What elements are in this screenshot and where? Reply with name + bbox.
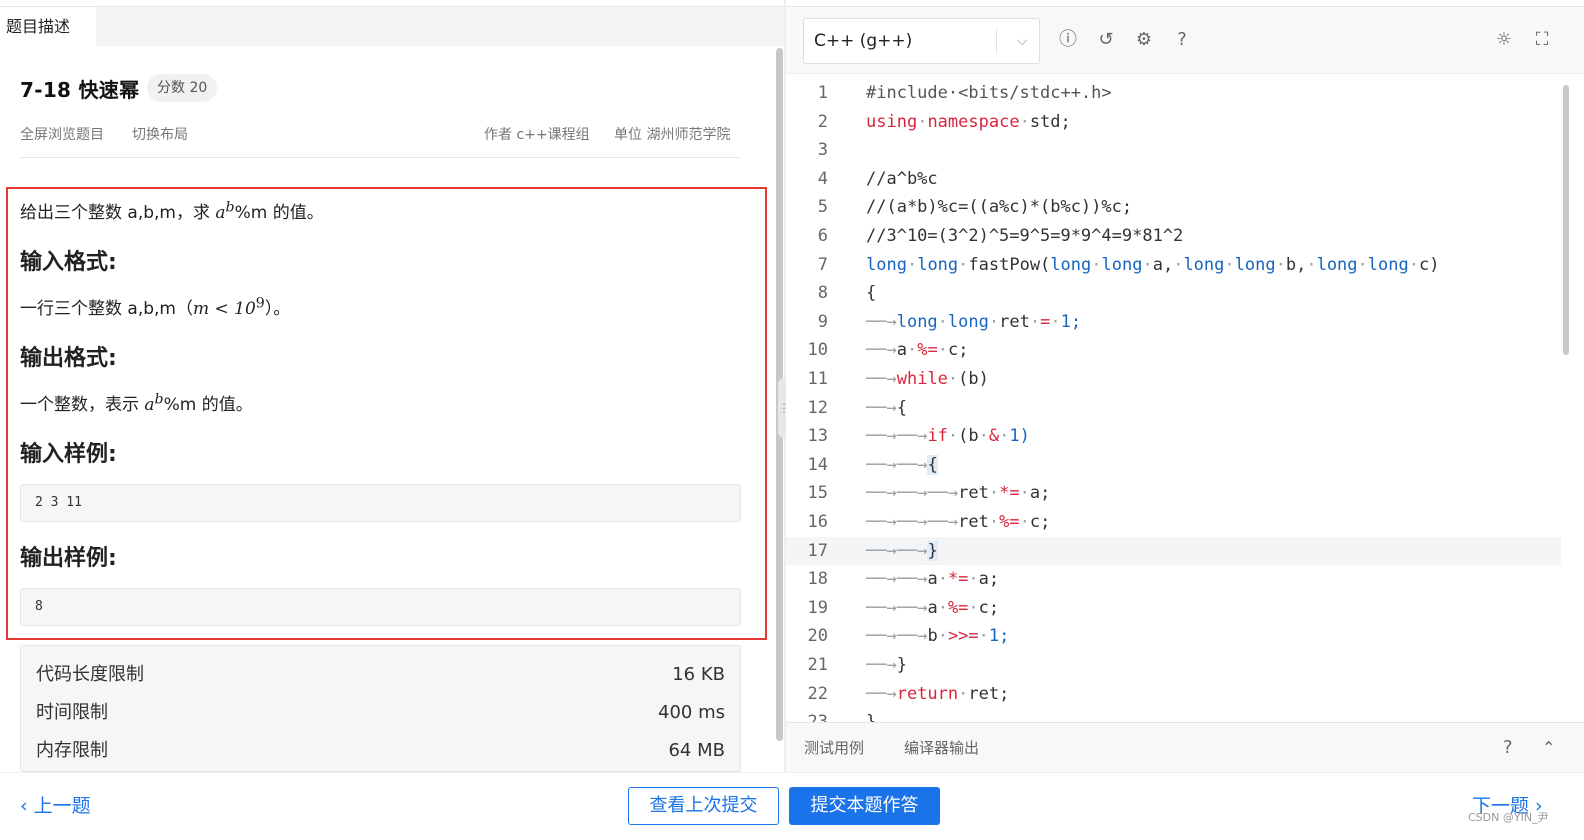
author-label: 作者 c++课程组 [484, 127, 590, 143]
history-icon[interactable]: ↺ [1095, 28, 1117, 52]
output-format-text: 一个整数，表示 ab%m 的值。 [20, 391, 253, 415]
problem-panel: 题目描述 7-18 快速幂 分数 20 全屏浏览题目 切换布局 作者 c++课程… [0, 0, 784, 772]
fullscreen-link[interactable]: 全屏浏览题目 [20, 124, 104, 144]
input-format-heading: 输入格式: [20, 250, 117, 275]
fullscreen-icon[interactable]: ⛶ [1531, 28, 1553, 52]
limit-row: 代码长度限制 16 KB [36, 664, 725, 685]
editor-panel: C++ (g++) ⌵ ⓘ ↺ ⚙ ? ☼ ⛶ 1 #include·<bits/… [786, 0, 1584, 772]
editor-scrollbar[interactable] [1561, 75, 1584, 722]
switch-layout-link[interactable]: 切换布局 [132, 124, 188, 144]
problem-description: 给出三个整数 a,b,m，求 ab%m 的值。 [20, 199, 324, 223]
chevron-left-icon: ‹ [20, 795, 34, 817]
settings-icon[interactable]: ⚙ [1133, 28, 1155, 52]
limit-row: 内存限制 64 MB [36, 740, 725, 761]
divider [20, 157, 741, 158]
tab-problem-description[interactable]: 题目描述 [0, 7, 96, 47]
sample-output-block: 8 [20, 588, 741, 626]
bug-icon[interactable]: ☼ [1493, 28, 1515, 52]
limit-row: 时间限制 400 ms [36, 702, 725, 723]
help-icon[interactable]: ⓘ [1057, 28, 1079, 52]
unit-label: 单位 湖州师范学院 [614, 127, 731, 143]
left-tab-bar: 题目描述 [0, 6, 784, 47]
watermark: CSDN @YIN_尹 [1468, 811, 1549, 824]
tab-compiler-output[interactable]: 编译器输出 [904, 723, 979, 773]
math-power: ab [215, 199, 235, 223]
tab-test-cases[interactable]: 测试用例 [804, 723, 864, 773]
sample-output-heading: 输出样例: [20, 546, 117, 571]
chevron-down-icon[interactable]: ⌵ [1008, 19, 1036, 63]
editor-bottom-tabs: 测试用例 编译器输出 ? ⌃ [786, 722, 1584, 772]
help-icon[interactable]: ? [1171, 28, 1193, 52]
prev-problem-link[interactable]: ‹ 上一题 [20, 791, 91, 821]
code-editor[interactable]: 1 #include·<bits/stdc++.h> 2 using·namespa… [786, 75, 1584, 722]
sample-input-heading: 输入样例: [20, 442, 117, 467]
language-select[interactable]: C++ (g++) ⌵ [803, 18, 1040, 64]
submit-button[interactable]: 提交本题作答 [789, 787, 940, 825]
limits-panel: 代码长度限制 16 KB 时间限制 400 ms 内存限制 64 MB [20, 645, 741, 772]
view-last-submission-button[interactable]: 查看上次提交 [628, 787, 779, 825]
score-badge: 分数 20 [147, 74, 218, 102]
output-format-heading: 输出格式: [20, 346, 117, 371]
chevron-up-icon[interactable]: ⌃ [1542, 723, 1555, 773]
footer-bar: ‹ 上一题 查看上次提交 提交本题作答 下一题 › CSDN @YIN_尹 [0, 772, 1584, 840]
sample-input-block: 2 3 11 [20, 484, 741, 522]
math-power: ab [144, 391, 164, 415]
problem-title: 7-18 快速幂 [20, 78, 140, 102]
editor-toolbar: C++ (g++) ⌵ ⓘ ↺ ⚙ ? ☼ ⛶ [786, 6, 1584, 74]
help-icon[interactable]: ? [1503, 723, 1513, 773]
input-format-text: 一行三个整数 a,b,m（m < 109）。 [20, 295, 291, 319]
